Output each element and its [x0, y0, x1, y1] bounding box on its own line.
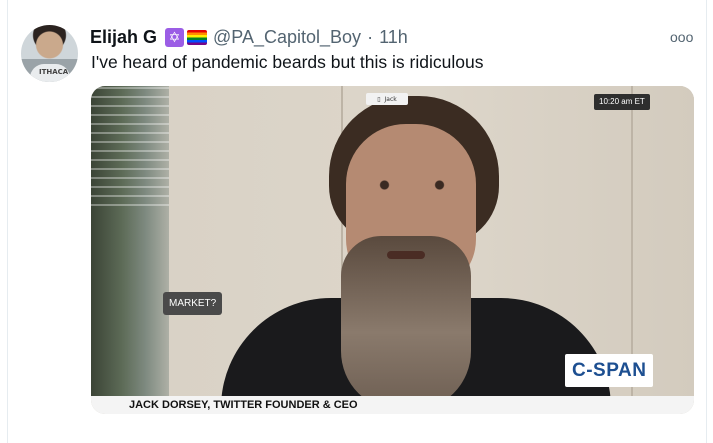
tweet-header: Elijah G ✡ @PA_Capitol_Boy · 11h	[90, 25, 408, 49]
lower-third-caption: JACK DORSEY, TWITTER FOUNDER & CEO	[129, 399, 358, 411]
microphone-icon: ▯	[377, 95, 381, 103]
speaker-eyes	[369, 180, 455, 190]
cspan-logo: C-SPAN	[565, 354, 654, 387]
time-overlay: 10:20 am ET	[594, 94, 650, 110]
author-name[interactable]: Elijah G	[90, 27, 157, 48]
avatar[interactable]: ITHACA	[21, 25, 78, 82]
tweet-text: I've heard of pandemic beards but this i…	[91, 52, 484, 72]
timeline-border-right	[706, 0, 707, 443]
camera-name-text: Jack	[384, 95, 397, 103]
more-options-icon[interactable]: ooo	[670, 29, 693, 45]
speaker-figure	[191, 86, 611, 411]
window-blinds	[91, 86, 169, 206]
avatar-shirt-text: ITHACA	[39, 68, 69, 76]
author-handle[interactable]: @PA_Capitol_Boy	[213, 27, 361, 48]
timeline-border-left	[7, 0, 8, 443]
star-of-david-icon: ✡	[165, 27, 185, 47]
tweet-media[interactable]: ▯ Jack 10:20 am ET MARKET? C-SPAN JACK D…	[91, 86, 694, 414]
speaker-mouth	[387, 251, 425, 259]
rainbow-flag-icon	[187, 29, 208, 45]
separator-dot: ·	[367, 26, 374, 47]
wall-seam	[631, 86, 633, 396]
tweet-time[interactable]: 11h	[379, 27, 408, 48]
speaker-beard	[341, 236, 471, 411]
camera-name-label: ▯ Jack	[366, 93, 408, 105]
question-overlay: MARKET?	[163, 292, 223, 315]
